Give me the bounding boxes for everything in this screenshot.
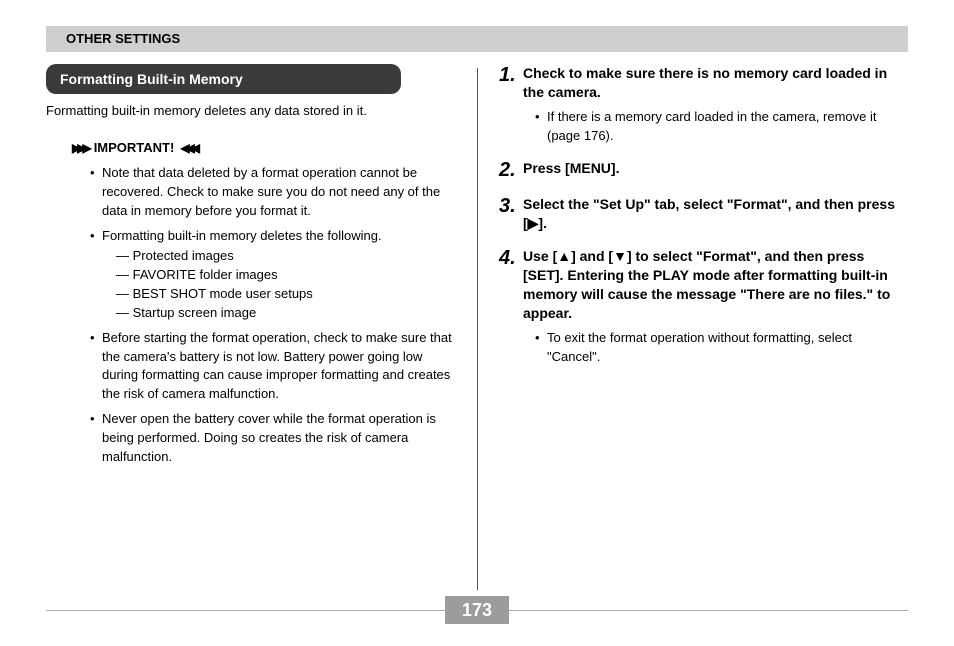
deletes-list: Protected images FAVORITE folder images … [116, 247, 455, 322]
section-header: OTHER SETTINGS [46, 26, 908, 52]
step-sub-list: To exit the format operation without for… [535, 329, 908, 367]
left-column: Formatting Built-in Memory Formatting bu… [46, 64, 477, 473]
step-title: Use [▲] and [▼] to select "Format", and … [523, 247, 908, 323]
deletes-item: Protected images [116, 247, 455, 266]
important-label: IMPORTANT! [94, 139, 175, 158]
column-divider [477, 68, 478, 590]
step-title: Check to make sure there is no memory ca… [523, 64, 908, 102]
step-title: Select the "Set Up" tab, select "Format"… [523, 195, 908, 233]
step-3: 3. Select the "Set Up" tab, select "Form… [499, 195, 908, 233]
step-2: 2. Press [MENU]. [499, 159, 908, 181]
triangle-left-icon: ◀◀◀ [180, 140, 196, 157]
step-1: 1. Check to make sure there is no memory… [499, 64, 908, 145]
step-4: 4. Use [▲] and [▼] to select "Format", a… [499, 247, 908, 366]
important-item: Formatting built-in memory deletes the f… [90, 227, 455, 323]
step-number: 3. [499, 195, 523, 233]
deletes-item: BEST SHOT mode user setups [116, 285, 455, 304]
important-item: Note that data deleted by a format opera… [90, 164, 455, 221]
important-heading: ▶▶▶ IMPORTANT! ◀◀◀ [72, 139, 455, 158]
important-item: Never open the battery cover while the f… [90, 410, 455, 467]
intro-text: Formatting built-in memory deletes any d… [46, 102, 455, 121]
important-item: Before starting the format operation, ch… [90, 329, 455, 404]
topic-pill: Formatting Built-in Memory [46, 64, 401, 94]
step-sub-item: If there is a memory card loaded in the … [535, 108, 908, 146]
step-number: 2. [499, 159, 523, 181]
step-number: 4. [499, 247, 523, 366]
page-number: 173 [445, 596, 509, 624]
important-item-text: Formatting built-in memory deletes the f… [102, 228, 382, 243]
page-footer: 173 [46, 596, 908, 624]
step-title: Press [MENU]. [523, 159, 908, 178]
step-number: 1. [499, 64, 523, 145]
step-sub-item: To exit the format operation without for… [535, 329, 908, 367]
right-column: 1. Check to make sure there is no memory… [477, 64, 908, 473]
deletes-item: Startup screen image [116, 304, 455, 323]
step-sub-list: If there is a memory card loaded in the … [535, 108, 908, 146]
manual-page: OTHER SETTINGS Formatting Built-in Memor… [0, 0, 954, 646]
important-list: Note that data deleted by a format opera… [90, 164, 455, 467]
deletes-item: FAVORITE folder images [116, 266, 455, 285]
triangle-right-icon: ▶▶▶ [72, 140, 88, 157]
